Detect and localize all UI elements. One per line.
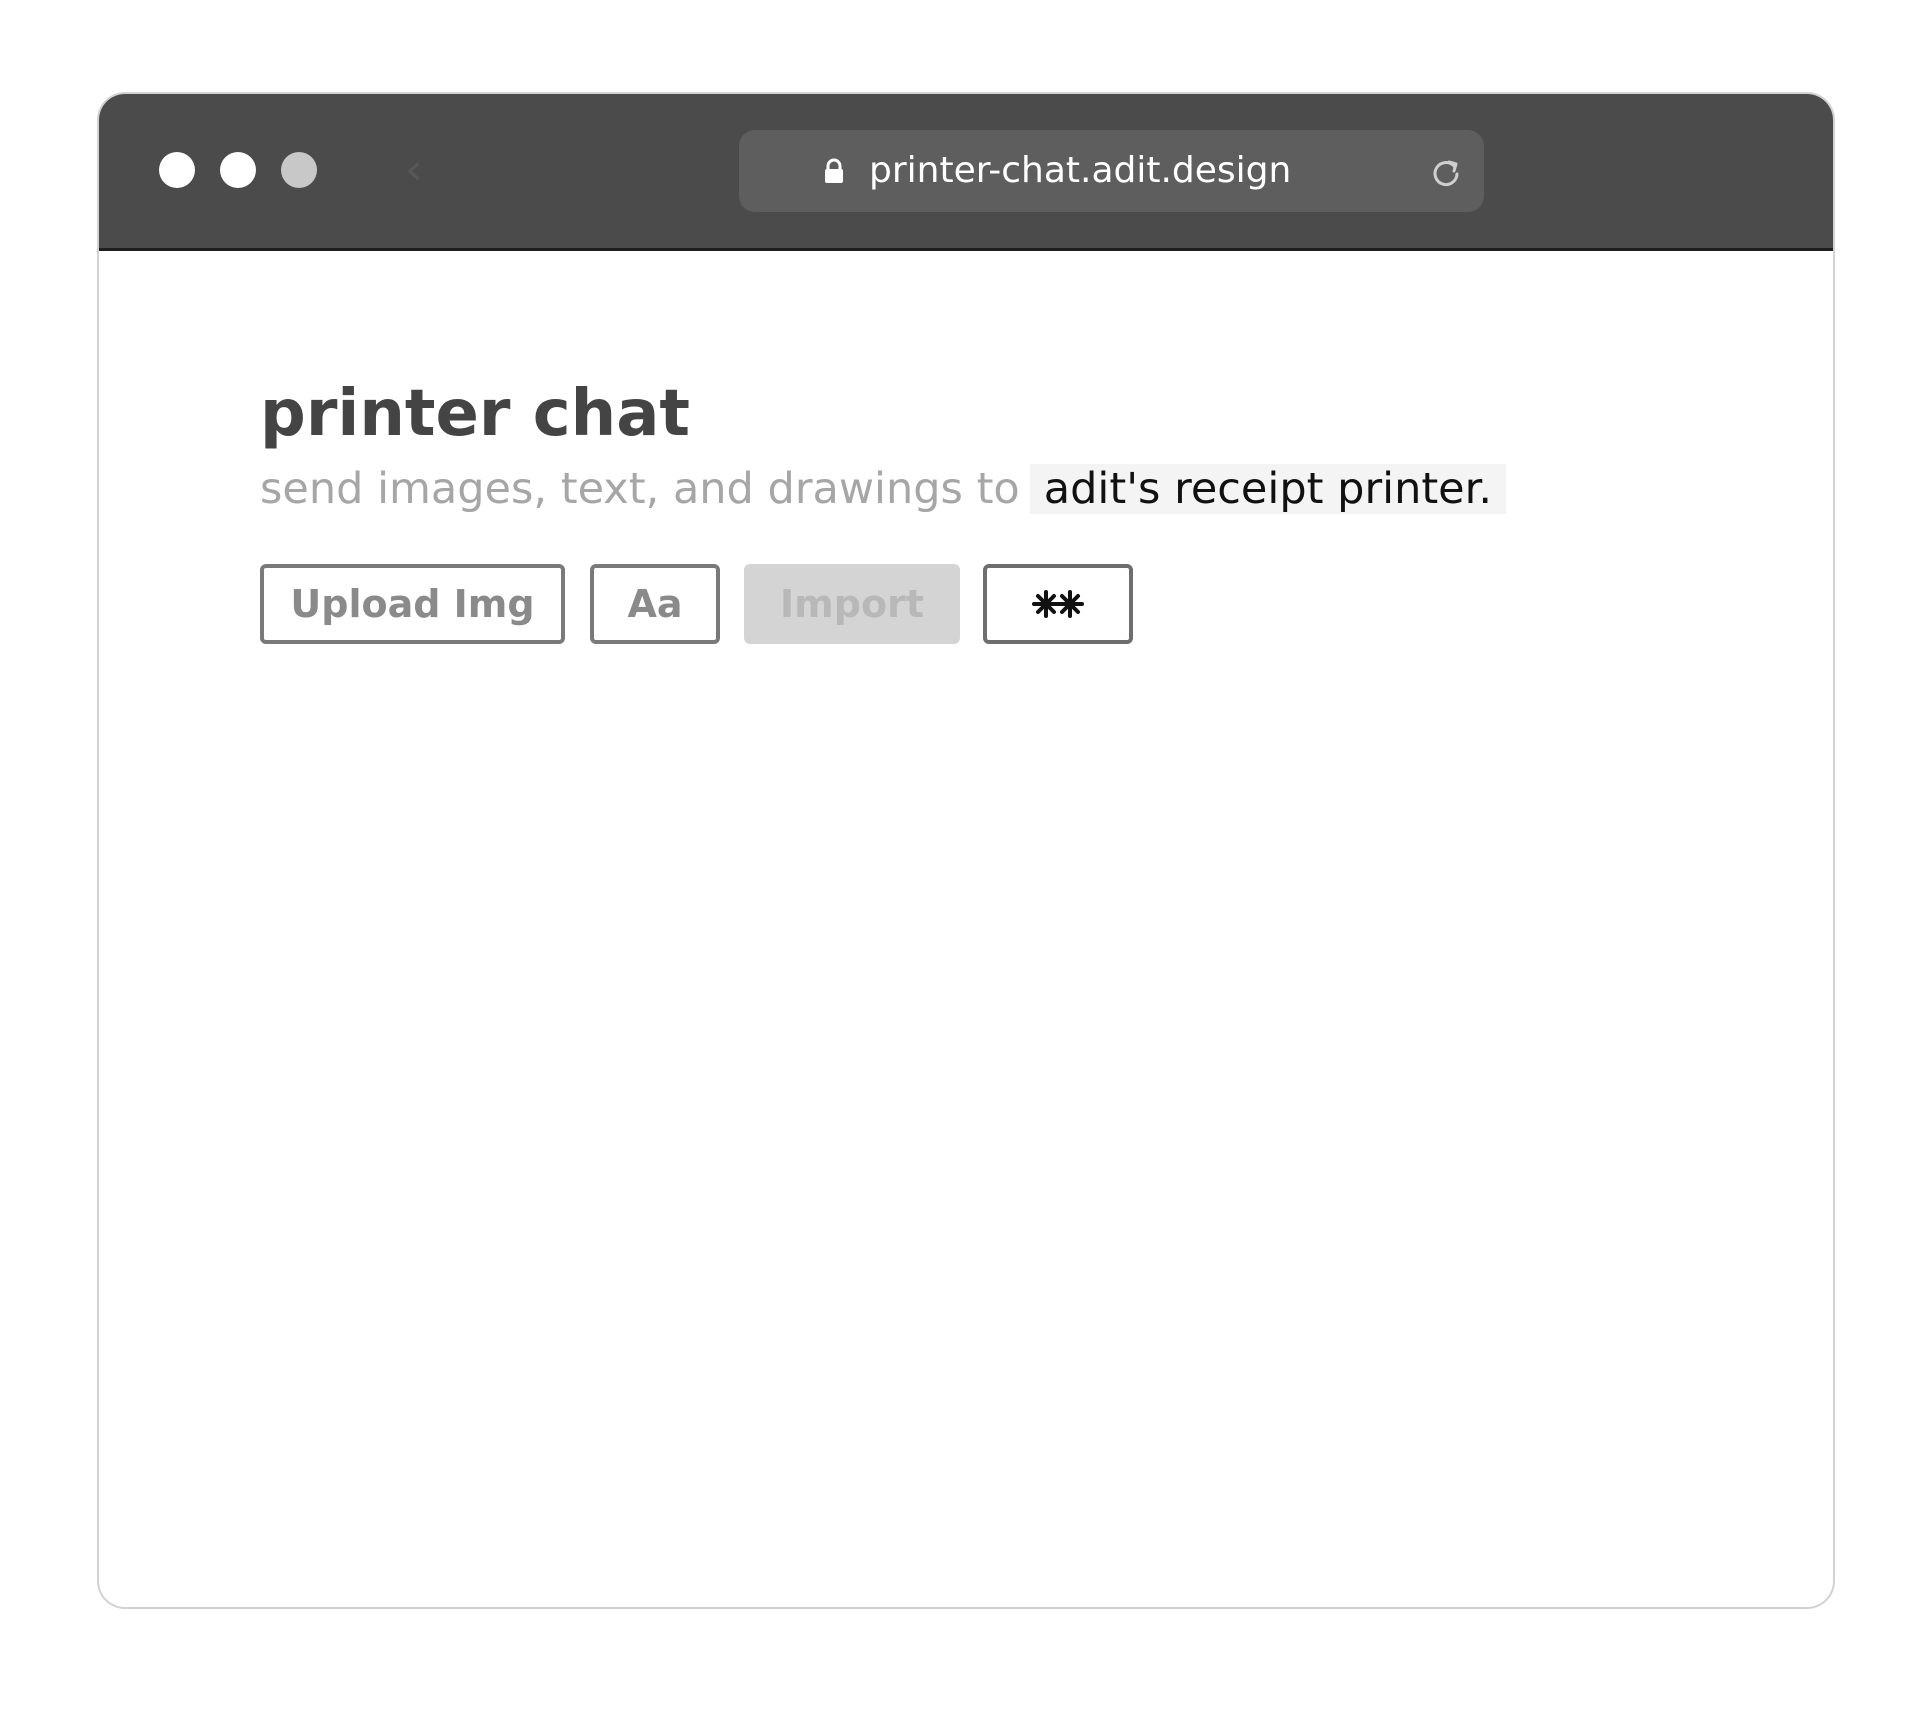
browser-titlebar: ‹ printer-chat.adit.design [99, 94, 1833, 251]
sparkle-icon [1032, 589, 1084, 618]
page-title: printer chat [260, 377, 690, 451]
import-button[interactable]: Import [744, 564, 960, 644]
draw-button[interactable] [983, 564, 1133, 644]
text-button[interactable]: Aa [590, 564, 720, 644]
subtitle-highlight: adit's receipt printer. [1029, 464, 1507, 514]
url-text: printer-chat.adit.design [869, 150, 1292, 191]
lock-icon [825, 158, 843, 183]
back-arrow-icon[interactable]: ‹ [405, 144, 423, 196]
close-window-button[interactable] [159, 152, 195, 188]
page-subtitle: send images, text, and drawings to adit's… [260, 462, 1507, 516]
browser-window: ‹ printer-chat.adit.design printer chat … [99, 94, 1833, 1607]
minimize-window-button[interactable] [220, 152, 256, 188]
maximize-window-button[interactable] [281, 152, 317, 188]
address-bar[interactable]: printer-chat.adit.design [739, 130, 1484, 212]
reload-icon[interactable] [1427, 154, 1465, 192]
subtitle-text: send images, text, and drawings to [260, 464, 1020, 514]
upload-image-button[interactable]: Upload Img [260, 564, 565, 644]
